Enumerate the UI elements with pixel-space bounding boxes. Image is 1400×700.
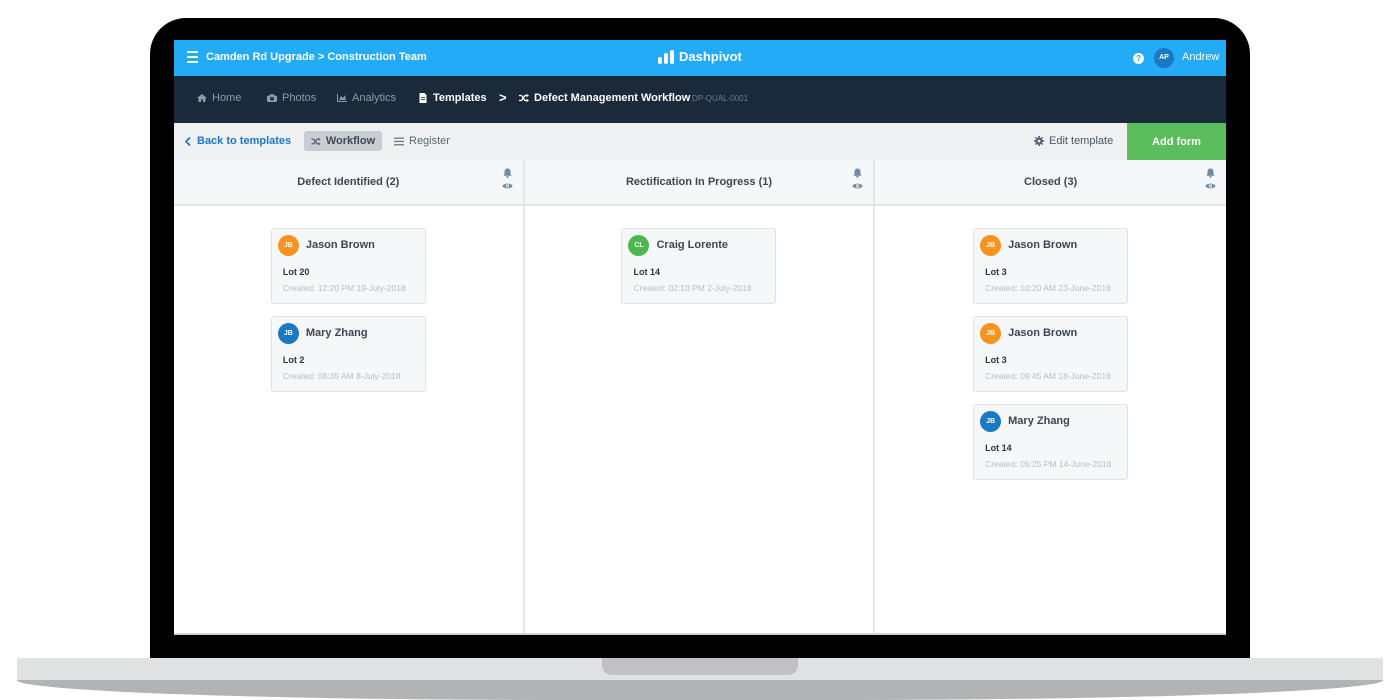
current-workflow-title: Defect Management Workflow [519, 92, 690, 104]
shuffle-icon [311, 137, 321, 145]
edit-template-label: Edit template [1049, 135, 1114, 147]
nav-photos[interactable]: Photos [267, 92, 316, 104]
workflow-view-tab[interactable]: Workflow [304, 131, 382, 151]
list-icon [394, 137, 404, 145]
form-card[interactable]: JB Jason Brown Lot 20 Created: 12:20 PM 19-… [270, 228, 426, 304]
workflow-board: Defect Identified (2) JB Jason Brown Lot 20… [174, 160, 1226, 633]
bar-chart-logo-icon [658, 49, 674, 64]
card-created-date: Created: 12:20 PM 19-July-2018 [282, 283, 406, 293]
card-author-name: Jason Brown [305, 239, 375, 251]
top-bar: Camden Rd Upgrade > Construction Team Da… [174, 40, 1226, 76]
card-lot: Lot 14 [985, 443, 1012, 453]
user-name[interactable]: Andrew [1182, 51, 1219, 63]
card-lot: Lot 3 [985, 267, 1007, 277]
card-author-name: Jason Brown [1008, 239, 1078, 251]
eye-icon[interactable] [852, 182, 864, 190]
chart-icon [337, 94, 347, 102]
card-created-date: Created: 08:35 AM 8-July-2018 [282, 371, 401, 381]
workflow-column: Defect Identified (2) JB Jason Brown Lot 20… [174, 160, 525, 633]
register-view-tab[interactable]: Register [394, 135, 450, 147]
card-lot: Lot 20 [282, 267, 310, 277]
nav-analytics[interactable]: Analytics [337, 92, 396, 104]
form-card[interactable]: JB Jason Brown Lot 3 Created: 10:20 AM 23-J… [973, 228, 1129, 304]
back-to-templates-link[interactable]: Back to templates [185, 135, 291, 147]
column-title: Closed (3) [1024, 176, 1078, 188]
card-avatar: JB [980, 323, 1002, 344]
form-card[interactable]: JB Mary Zhang Lot 14 Created: 05:25 PM 14-J… [973, 404, 1129, 480]
card-lot: Lot 3 [985, 355, 1007, 365]
card-lot: Lot 2 [282, 355, 305, 365]
form-card[interactable]: JB Mary Zhang Lot 2 Created: 08:35 AM 8-Jul… [270, 316, 426, 392]
laptop-base-shadow [17, 680, 1383, 700]
form-card[interactable]: JB Jason Brown Lot 3 Created: 09:45 AM 18-J… [973, 316, 1129, 392]
main-nav: Home Photos Analytics Templates > Defect… [174, 76, 1226, 123]
shuffle-icon [519, 93, 529, 103]
home-icon [197, 94, 207, 102]
nav-templates[interactable]: Templates [418, 92, 487, 104]
edit-template-button[interactable]: Edit template [1034, 135, 1113, 147]
card-list: JB Jason Brown Lot 3 Created: 10:20 AM 23-J… [875, 206, 1226, 480]
nav-photos-label: Photos [282, 92, 317, 104]
chevron-left-icon [185, 136, 191, 146]
column-header: Defect Identified (2) [174, 160, 523, 206]
laptop-notch [602, 658, 798, 675]
card-avatar: JB [277, 235, 299, 256]
workflow-tab-label: Workflow [325, 135, 376, 147]
register-tab-label: Register [409, 135, 450, 147]
workflow-column: Closed (3) JB Jason Brown Lot 3 Created: 10:… [875, 160, 1226, 633]
card-avatar: JB [980, 411, 1002, 432]
nav-analytics-label: Analytics [352, 92, 397, 104]
card-created-date: Created: 05:25 PM 14-June-2018 [985, 459, 1112, 469]
project-breadcrumb[interactable]: Camden Rd Upgrade > Construction Team [206, 51, 427, 63]
eye-icon[interactable] [1205, 182, 1216, 190]
eye-icon[interactable] [501, 182, 513, 190]
card-avatar: JB [980, 235, 1002, 256]
column-header: Rectification In Progress (1) [524, 160, 874, 206]
back-label: Back to templates [197, 135, 292, 147]
user-avatar[interactable]: AP [1154, 48, 1174, 68]
card-author-name: Jason Brown [1008, 327, 1078, 339]
column-header: Closed (3) [875, 160, 1226, 206]
card-created-date: Created: 09:45 AM 18-June-2018 [985, 371, 1111, 381]
hamburger-menu-icon[interactable] [187, 51, 198, 63]
column-title: Rectification In Progress (1) [625, 176, 773, 188]
help-icon[interactable]: ? [1133, 53, 1144, 64]
card-list: CL Craig Lorente Lot 14 Created: 02:10 PM 2… [525, 206, 874, 304]
card-author-name: Mary Zhang [1008, 415, 1070, 427]
bell-icon[interactable] [1206, 168, 1215, 178]
card-author-name: Craig Lorente [656, 239, 728, 251]
card-avatar: JB [277, 323, 299, 344]
app-screen: Camden Rd Upgrade > Construction Team Da… [174, 40, 1226, 635]
nav-home[interactable]: Home [197, 92, 241, 104]
breadcrumb-chevron-right-icon: > [499, 90, 507, 105]
workflow-title-label: Defect Management Workflow [534, 92, 691, 104]
workflow-code: DP-QUAL-0001 [692, 94, 749, 103]
column-title: Defect Identified (2) [297, 176, 400, 188]
nav-templates-label: Templates [433, 92, 487, 104]
card-lot: Lot 14 [633, 267, 660, 277]
form-card[interactable]: CL Craig Lorente Lot 14 Created: 02:10 PM 2… [621, 228, 777, 304]
card-created-date: Created: 02:10 PM 2-July-2018 [633, 283, 752, 293]
document-icon [419, 93, 427, 103]
bell-icon[interactable] [853, 168, 863, 178]
brand-logo[interactable]: Dashpivot [658, 49, 742, 64]
camera-icon [267, 94, 277, 102]
workflow-column: Rectification In Progress (1) CL Craig Lor… [524, 160, 876, 633]
toolbar: Back to templates Workflow Register Edit… [174, 123, 1226, 160]
brand-name: Dashpivot [679, 49, 742, 64]
nav-home-label: Home [212, 92, 242, 104]
gear-icon [1034, 136, 1044, 146]
card-list: JB Jason Brown Lot 20 Created: 12:20 PM 19-… [174, 206, 523, 392]
card-avatar: CL [628, 235, 650, 256]
card-created-date: Created: 10:20 AM 23-June-2018 [985, 283, 1111, 293]
card-author-name: Mary Zhang [305, 327, 368, 339]
bell-icon[interactable] [502, 168, 512, 178]
add-form-button[interactable]: Add form [1127, 123, 1226, 160]
